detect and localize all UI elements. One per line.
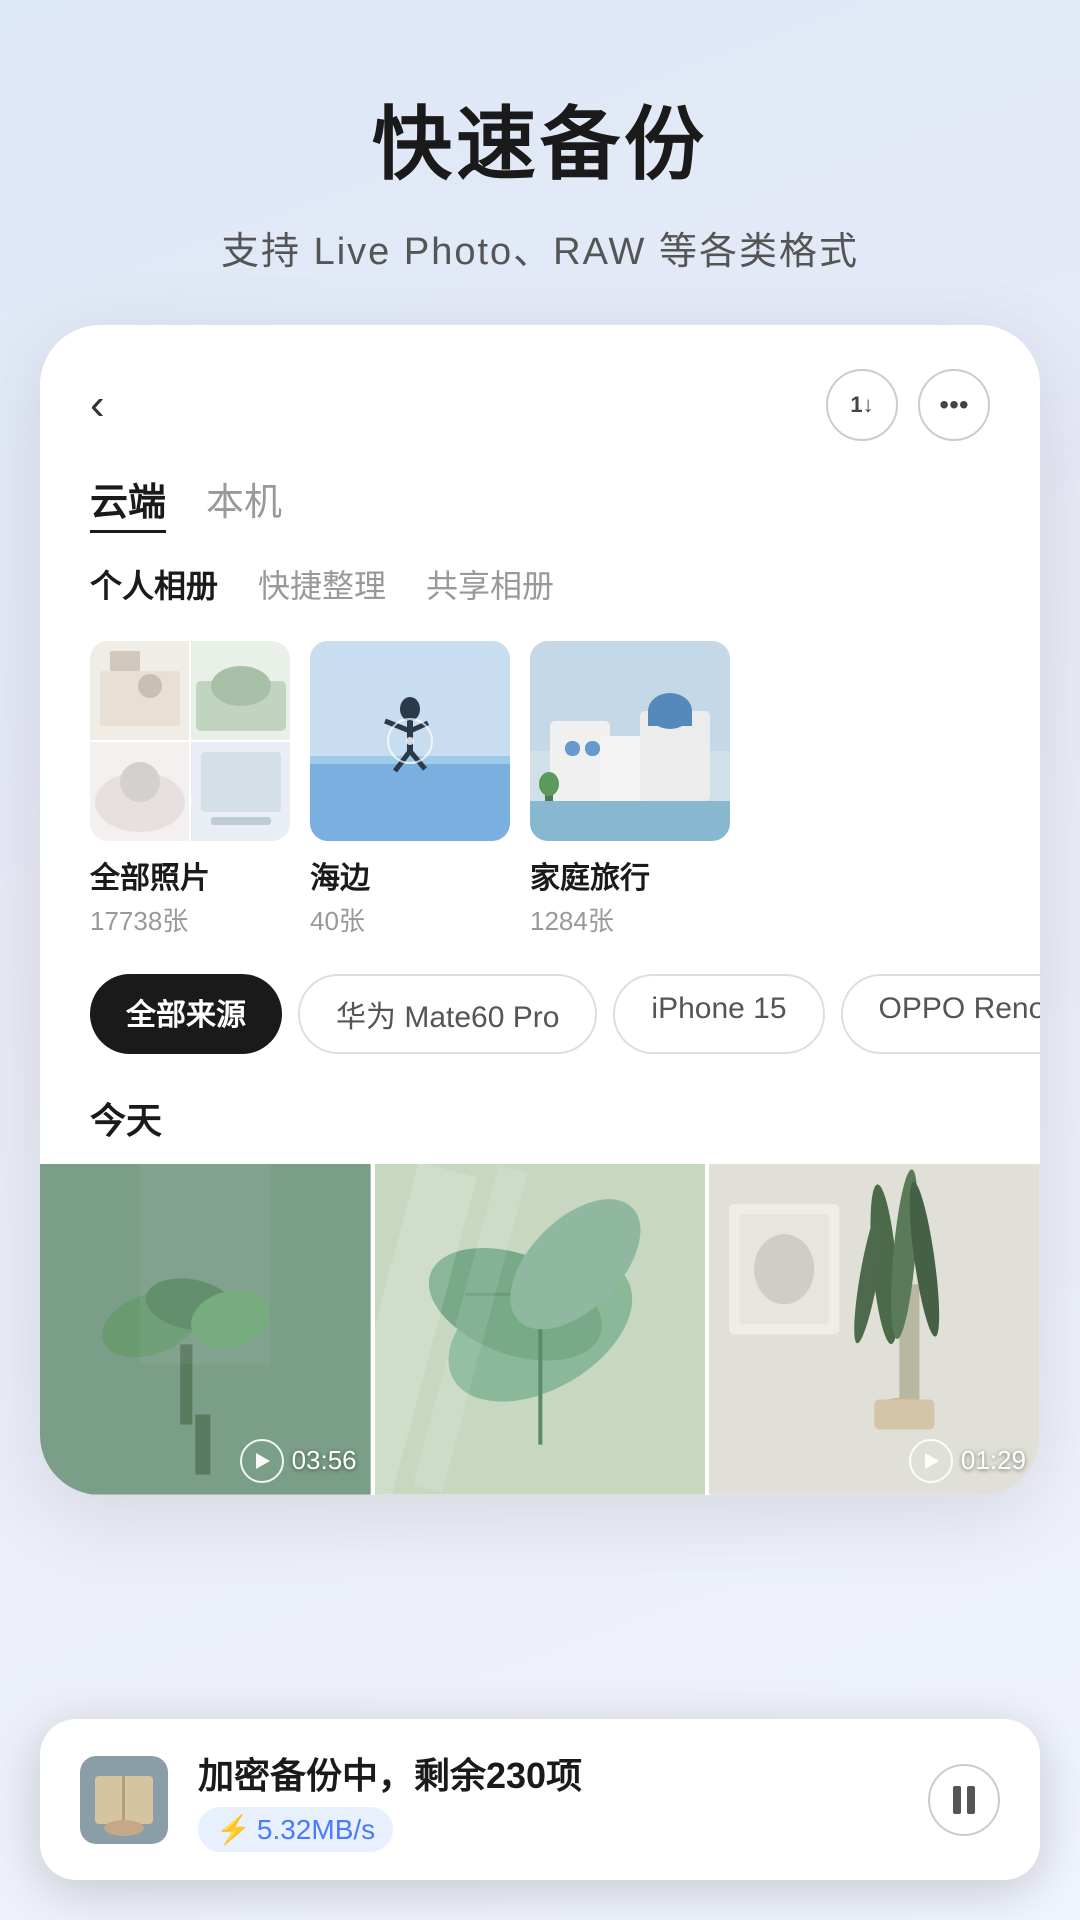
album-name-all: 全部照片 <box>90 853 290 897</box>
speed-value: 5.32MB/s <box>257 1814 375 1846</box>
video-duration-1: 03:56 <box>240 1439 357 1483</box>
album-thumb-family-trip <box>530 641 730 841</box>
tab-personal-album[interactable]: 个人相册 <box>90 561 218 607</box>
tab-shared-album[interactable]: 共享相册 <box>426 561 554 607</box>
album-count-family-trip: 1284张 <box>530 901 730 938</box>
thumb-cell-1 <box>90 641 189 740</box>
pill-oppo[interactable]: OPPO Reno <box>841 974 1040 1054</box>
more-button[interactable]: ••• <box>918 369 990 441</box>
backup-info: 加密备份中，剩余230项 ⚡ 5.32MB/s <box>198 1747 898 1852</box>
photo-cell-3[interactable]: 01:29 <box>709 1164 1040 1495</box>
play-icon-3 <box>909 1439 953 1483</box>
cloud-local-tabs: 云端 本机 <box>40 461 1040 553</box>
sort-label: 1↓ <box>850 392 873 418</box>
pause-button[interactable] <box>928 1764 1000 1836</box>
album-thumb-beach <box>310 641 510 841</box>
section-title-today: 今天 <box>40 1082 1040 1164</box>
album-thumb-all <box>90 641 290 841</box>
page-subtitle: 支持 Live Photo、RAW 等各类格式 <box>60 220 1020 275</box>
nav-icons: 1↓ ••• <box>826 369 990 441</box>
album-name-beach: 海边 <box>310 853 510 897</box>
backup-bar: 加密备份中，剩余230项 ⚡ 5.32MB/s <box>40 1719 1040 1880</box>
more-icon: ••• <box>939 389 968 421</box>
backup-speed: ⚡ 5.32MB/s <box>198 1807 393 1852</box>
sort-button[interactable]: 1↓ <box>826 369 898 441</box>
album-name-family-trip: 家庭旅行 <box>530 853 730 897</box>
tab-local[interactable]: 本机 <box>206 471 282 533</box>
pill-all-sources[interactable]: 全部来源 <box>90 974 282 1054</box>
page-header: 快速备份 支持 Live Photo、RAW 等各类格式 <box>0 0 1080 315</box>
backup-status-text: 加密备份中，剩余230项 <box>198 1747 898 1799</box>
album-count-all: 17738张 <box>90 901 290 938</box>
photo-cell-2[interactable] <box>375 1164 706 1495</box>
album-count-beach: 40张 <box>310 901 510 938</box>
album-item-beach[interactable]: 海边 40张 <box>310 641 510 938</box>
tab-quick-organize[interactable]: 快捷整理 <box>258 561 386 607</box>
album-item-family-trip[interactable]: 家庭旅行 1284张 <box>530 641 730 938</box>
app-card: ‹ 1↓ ••• 云端 本机 个人相册 快捷整理 共享相册 <box>40 325 1040 1495</box>
photo-cell-1[interactable]: 03:56 <box>40 1164 371 1495</box>
video-duration-3: 01:29 <box>909 1439 1026 1483</box>
photo-grid-today: 03:56 <box>40 1164 1040 1495</box>
back-button[interactable]: ‹ <box>90 380 150 430</box>
pill-huawei[interactable]: 华为 Mate60 Pro <box>298 974 597 1054</box>
filter-pills: 全部来源 华为 Mate60 Pro iPhone 15 OPPO Reno <box>40 954 1040 1082</box>
pause-icon <box>953 1786 975 1814</box>
play-icon-1 <box>240 1439 284 1483</box>
thumb-cell-2 <box>191 641 290 740</box>
thumb-cell-3 <box>90 742 189 841</box>
lightning-icon: ⚡ <box>216 1813 251 1846</box>
pill-iphone15[interactable]: iPhone 15 <box>613 974 824 1054</box>
thumb-cell-4 <box>191 742 290 841</box>
top-nav: ‹ 1↓ ••• <box>40 325 1040 461</box>
album-type-tabs: 个人相册 快捷整理 共享相册 <box>40 553 1040 631</box>
tab-cloud[interactable]: 云端 <box>90 471 166 533</box>
backup-thumbnail <box>80 1756 168 1844</box>
album-grid: 全部照片 17738张 <box>40 631 1040 954</box>
album-item-all[interactable]: 全部照片 17738张 <box>90 641 290 938</box>
page-title: 快速备份 <box>60 80 1020 196</box>
